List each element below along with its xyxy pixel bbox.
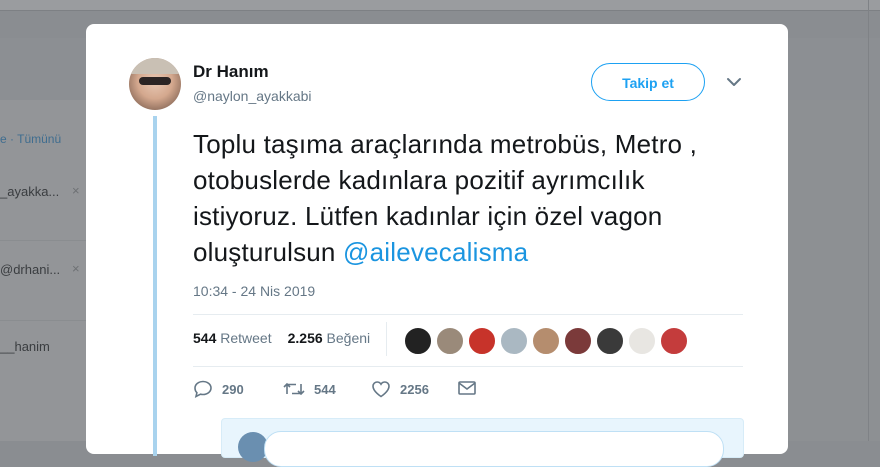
background-close-icon: × <box>72 261 80 276</box>
heart-icon <box>372 381 390 398</box>
background-topbar <box>0 0 880 11</box>
background-list-item: @drhani... <box>0 262 61 277</box>
liker-avatar[interactable] <box>404 327 432 355</box>
liker-avatar[interactable] <box>564 327 592 355</box>
liker-avatar[interactable] <box>436 327 464 355</box>
mention-link[interactable]: @ailevecalisma <box>343 237 528 267</box>
reply-button[interactable]: 290 <box>193 380 244 398</box>
background-filter-link: e · Tümünü <box>0 132 62 146</box>
avatar-glasses <box>139 77 171 85</box>
retweet-count: 544 <box>193 330 217 346</box>
author-handle[interactable]: @naylon_ayakkabi <box>193 88 312 104</box>
like-count: 2.256 <box>287 330 323 346</box>
follow-button[interactable]: Takip et <box>591 63 705 101</box>
retweet-icon <box>283 382 305 396</box>
reply-icon <box>194 380 212 398</box>
divider <box>193 314 743 315</box>
author-name[interactable]: Dr Hanım <box>193 62 269 82</box>
like-button[interactable]: 2256 <box>371 380 429 398</box>
liker-avatar[interactable] <box>468 327 496 355</box>
stats-separator <box>386 322 387 356</box>
tweet-timestamp[interactable]: 10:34 - 24 Nis 2019 <box>193 283 315 299</box>
reply-count: 290 <box>222 381 244 397</box>
background-divider <box>0 240 86 241</box>
chevron-down-icon[interactable] <box>726 76 742 88</box>
retweet-label: Retweet <box>220 330 272 346</box>
liker-avatar[interactable] <box>532 327 560 355</box>
tweet-card: Dr Hanım @naylon_ayakkabi Takip et Toplu… <box>86 24 788 467</box>
liker-avatar[interactable] <box>660 327 688 355</box>
like-label: Beğeni <box>326 330 371 346</box>
background-list-item: __hanim <box>0 339 50 354</box>
divider <box>193 366 743 367</box>
background-divider <box>0 320 86 321</box>
background-close-icon: × <box>72 183 80 198</box>
thread-line <box>153 116 157 456</box>
reply-input[interactable] <box>264 431 724 467</box>
avatar[interactable] <box>129 58 181 110</box>
liker-avatar[interactable] <box>500 327 528 355</box>
envelope-icon <box>458 381 476 395</box>
reply-composer <box>221 418 744 467</box>
retweet-button[interactable]: 544 <box>283 380 336 398</box>
liker-avatar[interactable] <box>596 327 624 355</box>
dm-button[interactable] <box>457 380 486 396</box>
background-right-panel <box>788 100 880 441</box>
retweet-stat[interactable]: 544 Retweet <box>193 330 272 346</box>
background-list-item: _ayakka... <box>0 184 60 199</box>
background-scroll-edge <box>868 0 869 441</box>
like-count: 2256 <box>400 381 429 397</box>
retweet-count: 544 <box>314 381 336 397</box>
tweet-stats: 544 Retweet 2.256 Beğeni <box>193 330 370 346</box>
tweet-text: Toplu taşıma araçlarında metrobüs, Metro… <box>193 126 753 270</box>
like-stat[interactable]: 2.256 Beğeni <box>288 330 371 346</box>
liker-avatar[interactable] <box>628 327 656 355</box>
